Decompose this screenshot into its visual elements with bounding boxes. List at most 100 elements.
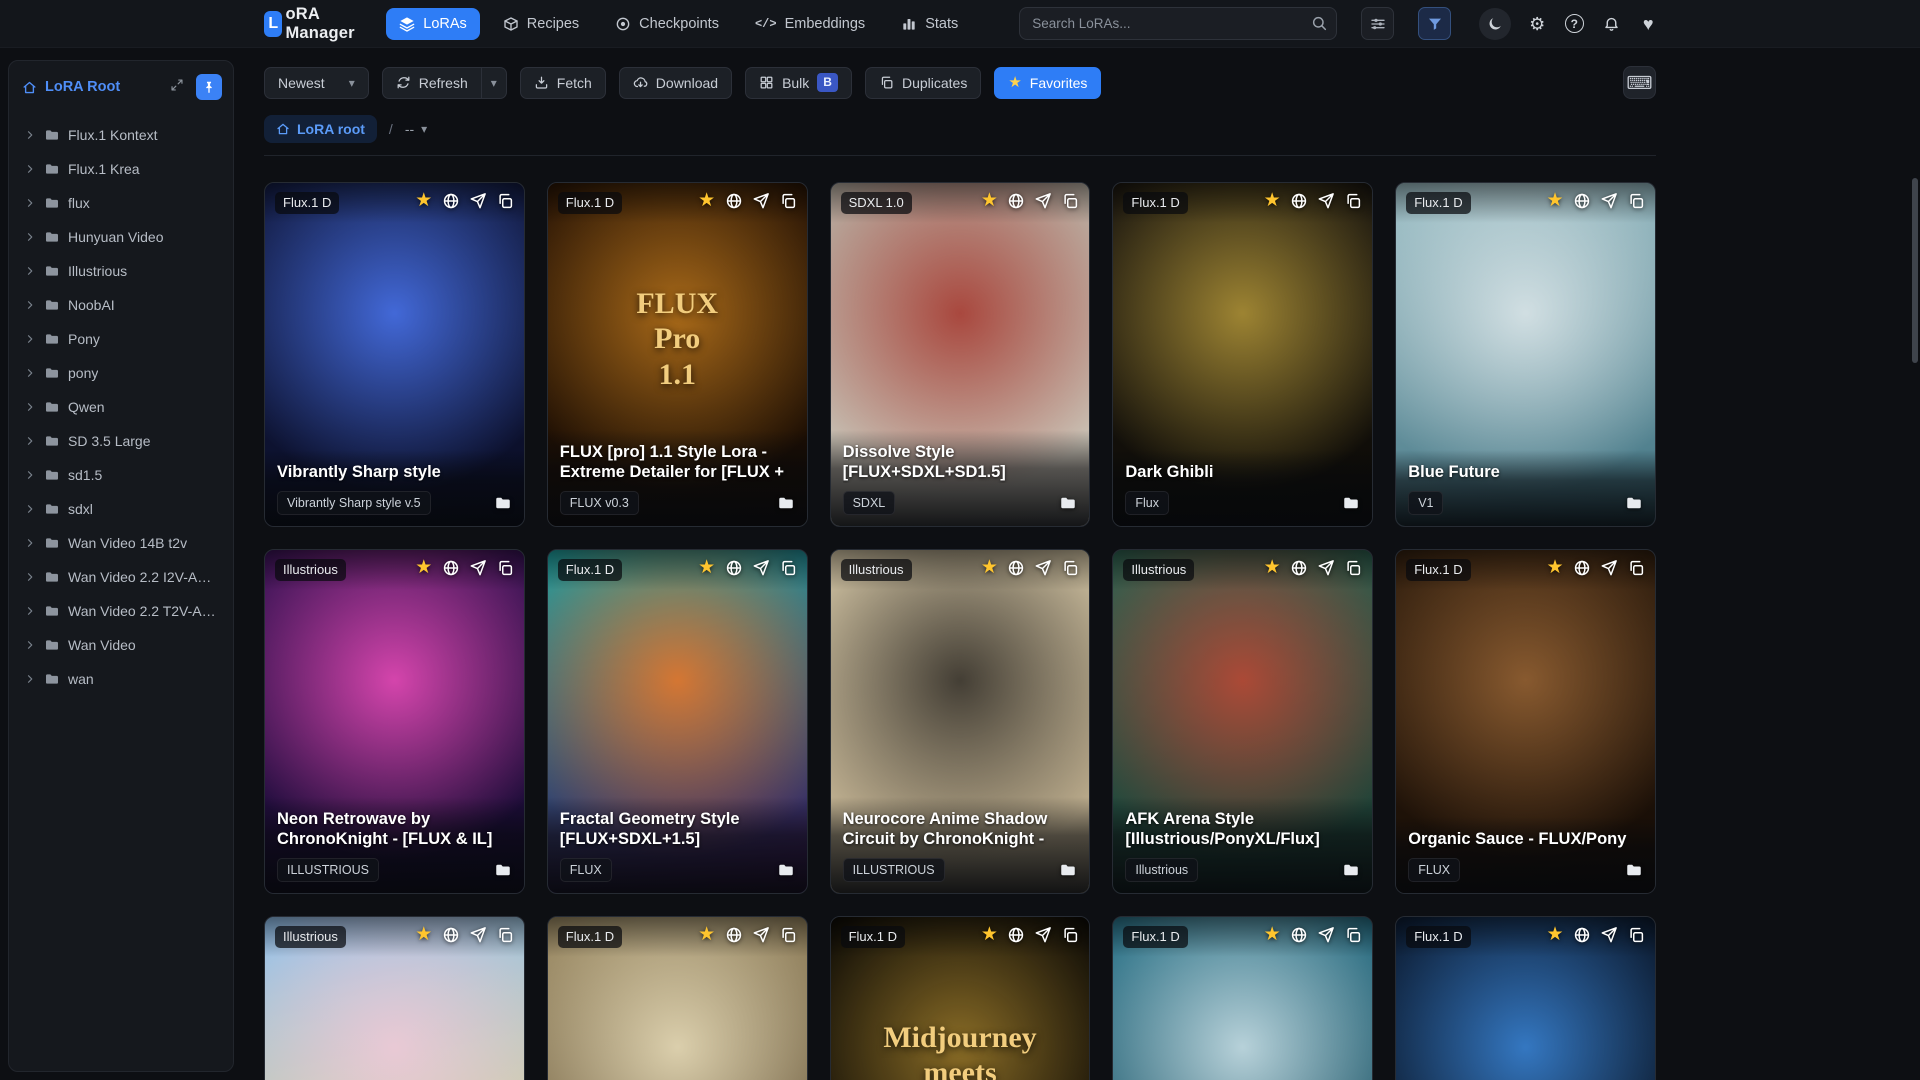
copy-icon[interactable] xyxy=(1061,926,1079,944)
send-icon[interactable] xyxy=(752,926,770,944)
open-folder-icon[interactable] xyxy=(1059,494,1077,512)
civitai-globe-icon[interactable] xyxy=(725,192,743,210)
civitai-globe-icon[interactable] xyxy=(725,559,743,577)
civitai-globe-icon[interactable] xyxy=(1290,559,1308,577)
copy-icon[interactable] xyxy=(779,192,797,210)
copy-icon[interactable] xyxy=(1061,192,1079,210)
civitai-globe-icon[interactable] xyxy=(1573,192,1591,210)
lora-card[interactable]: Flux.1 D ★ xyxy=(546,916,808,1080)
send-icon[interactable] xyxy=(752,192,770,210)
open-folder-icon[interactable] xyxy=(1059,861,1077,879)
send-icon[interactable] xyxy=(1317,192,1335,210)
folder-tree-item[interactable]: Wan Video 2.2 T2V-A14B xyxy=(17,594,225,628)
send-icon[interactable] xyxy=(469,926,487,944)
favorite-star-icon[interactable]: ★ xyxy=(1263,191,1281,210)
civitai-globe-icon[interactable] xyxy=(725,926,743,944)
copy-icon[interactable] xyxy=(1627,559,1645,577)
sidebar-root-link[interactable]: LoRA Root xyxy=(45,79,162,95)
civitai-globe-icon[interactable] xyxy=(442,192,460,210)
breadcrumb-root[interactable]: LoRA root xyxy=(264,115,377,143)
open-folder-icon[interactable] xyxy=(1342,861,1360,879)
bulk-button[interactable]: Bulk B xyxy=(745,66,852,99)
lora-card[interactable]: Flux.1 D ★ Blue Future V1 xyxy=(1395,182,1656,527)
send-icon[interactable] xyxy=(1034,926,1052,944)
copy-icon[interactable] xyxy=(1344,559,1362,577)
lora-card[interactable]: Illustrious ★ AFK Arena Style [Illustrio… xyxy=(1112,549,1374,894)
civitai-globe-icon[interactable] xyxy=(1007,192,1025,210)
lora-card[interactable]: Flux.1 D ★ Fractal Geometry Style [FLUX+… xyxy=(546,549,808,894)
theme-toggle-button[interactable] xyxy=(1479,7,1512,40)
send-icon[interactable] xyxy=(1600,926,1618,944)
favorite-star-icon[interactable]: ★ xyxy=(698,925,716,944)
copy-icon[interactable] xyxy=(1061,559,1079,577)
favorite-star-icon[interactable]: ★ xyxy=(1263,558,1281,577)
folder-tree-item[interactable]: NoobAI xyxy=(17,288,225,322)
nav-item-loras[interactable]: LoRAs xyxy=(386,7,480,40)
keyboard-shortcuts-button[interactable]: ⌨ xyxy=(1623,66,1656,99)
lora-card[interactable]: Illustrious ★ Neurocore Anime Shadow Cir… xyxy=(829,549,1091,894)
fetch-button[interactable]: Fetch xyxy=(519,66,606,99)
open-folder-icon[interactable] xyxy=(1342,494,1360,512)
scrollbar-thumb[interactable] xyxy=(1912,178,1918,363)
civitai-globe-icon[interactable] xyxy=(1290,926,1308,944)
civitai-globe-icon[interactable] xyxy=(1007,926,1025,944)
folder-tree-item[interactable]: Hunyuan Video xyxy=(17,220,225,254)
open-folder-icon[interactable] xyxy=(777,861,795,879)
nav-item-checkpoints[interactable]: Checkpoints xyxy=(602,8,732,40)
folder-tree-item[interactable]: Flux.1 Krea xyxy=(17,152,225,186)
lora-card[interactable]: Midjourney meets FLUX Flux.1 D ★ xyxy=(829,916,1091,1080)
settings-button[interactable]: ⚙ xyxy=(1526,13,1548,35)
sort-select[interactable]: Newest ▾ xyxy=(264,66,369,99)
copy-icon[interactable] xyxy=(1627,926,1645,944)
help-button[interactable]: ? xyxy=(1563,13,1585,35)
favorite-star-icon[interactable]: ★ xyxy=(1263,925,1281,944)
favorite-star-icon[interactable]: ★ xyxy=(980,925,998,944)
folder-tree-item[interactable]: Illustrious xyxy=(17,254,225,288)
copy-icon[interactable] xyxy=(779,926,797,944)
download-button[interactable]: Download xyxy=(618,66,733,99)
send-icon[interactable] xyxy=(1317,559,1335,577)
folder-tree-item[interactable]: wan xyxy=(17,662,225,696)
favorite-star-icon[interactable]: ★ xyxy=(1546,191,1564,210)
send-icon[interactable] xyxy=(1600,192,1618,210)
send-icon[interactable] xyxy=(469,192,487,210)
civitai-globe-icon[interactable] xyxy=(442,559,460,577)
search-options-button[interactable] xyxy=(1361,7,1395,40)
civitai-globe-icon[interactable] xyxy=(1573,559,1591,577)
copy-icon[interactable] xyxy=(496,926,514,944)
lora-card[interactable]: FLUX Pro 1.1 Flux.1 D ★ FLUX [pro] 1.1 S… xyxy=(546,182,808,527)
favorite-star-icon[interactable]: ★ xyxy=(698,191,716,210)
send-icon[interactable] xyxy=(1034,559,1052,577)
open-folder-icon[interactable] xyxy=(494,494,512,512)
folder-tree-item[interactable]: pony xyxy=(17,356,225,390)
civitai-globe-icon[interactable] xyxy=(1573,926,1591,944)
folder-tree-item[interactable]: flux xyxy=(17,186,225,220)
folder-tree-item[interactable]: sdxl xyxy=(17,492,225,526)
pin-sidebar-button[interactable] xyxy=(196,74,222,100)
open-folder-icon[interactable] xyxy=(1625,494,1643,512)
folder-tree-item[interactable]: Pony xyxy=(17,322,225,356)
lora-card[interactable]: Flux.1 D ★ Vibrantly Sharp style Vibrant… xyxy=(264,182,525,527)
folder-tree-item[interactable]: Wan Video 2.2 I2V-A14B xyxy=(17,560,225,594)
lora-card[interactable]: Flux.1 D ★ xyxy=(1112,916,1374,1080)
duplicates-button[interactable]: Duplicates xyxy=(864,66,982,99)
refresh-options-button[interactable]: ▾ xyxy=(481,66,507,99)
open-folder-icon[interactable] xyxy=(777,494,795,512)
favorite-star-icon[interactable]: ★ xyxy=(1546,558,1564,577)
nav-item-embeddings[interactable]: </> Embeddings xyxy=(742,8,878,40)
open-folder-icon[interactable] xyxy=(494,861,512,879)
send-icon[interactable] xyxy=(1600,559,1618,577)
nav-item-stats[interactable]: Stats xyxy=(888,8,971,40)
folder-tree-item[interactable]: SD 3.5 Large xyxy=(17,424,225,458)
favorite-star-icon[interactable]: ★ xyxy=(980,558,998,577)
support-button[interactable]: ♥ xyxy=(1637,13,1659,35)
lora-card[interactable]: Illustrious ★ xyxy=(264,916,525,1080)
folder-tree-item[interactable]: Wan Video 14B t2v xyxy=(17,526,225,560)
expand-all-button[interactable] xyxy=(170,78,188,96)
favorite-star-icon[interactable]: ★ xyxy=(415,925,433,944)
breadcrumb-folder-select[interactable]: -- ▾ xyxy=(405,121,427,137)
civitai-globe-icon[interactable] xyxy=(442,926,460,944)
favorite-star-icon[interactable]: ★ xyxy=(415,558,433,577)
favorite-star-icon[interactable]: ★ xyxy=(1546,925,1564,944)
send-icon[interactable] xyxy=(1034,192,1052,210)
